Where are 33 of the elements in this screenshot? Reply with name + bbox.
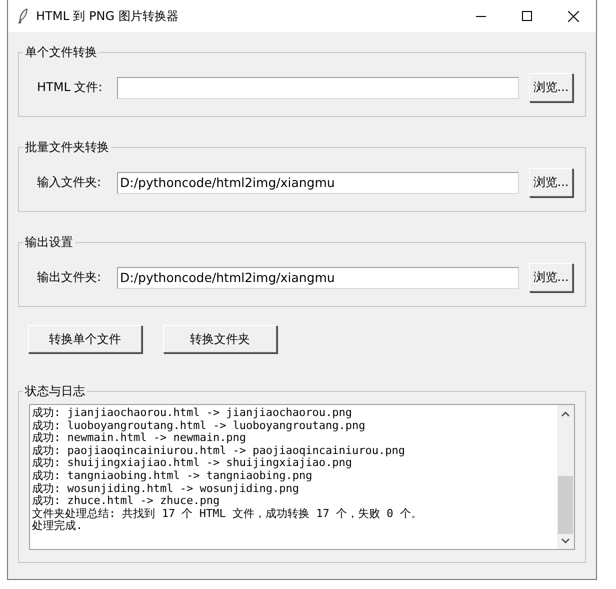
log-line: 成功: newmain.html -> newmain.png — [32, 432, 246, 445]
scroll-thumb[interactable] — [558, 476, 573, 534]
scroll-down-icon[interactable] — [561, 538, 570, 544]
scroll-up-icon[interactable] — [561, 411, 570, 417]
maximize-icon — [522, 11, 532, 21]
close-icon — [568, 10, 578, 22]
group-title: 单个文件转换 — [23, 44, 99, 61]
scrollbar[interactable] — [557, 405, 574, 549]
feather-icon — [18, 8, 28, 24]
field-label: 输出文件夹: — [37, 269, 102, 286]
group-title: 批量文件夹转换 — [23, 139, 111, 156]
log-line: 成功: luoboyangroutang.html -> luoboyangroutang.png — [32, 420, 366, 432]
browse-button[interactable]: 浏览... — [529, 263, 573, 292]
log-line: 成功: tangniaobing.html -> tangniaobing.png — [32, 470, 314, 483]
log-line: 成功: shuijingxiajiao.html -> shuijingxiajiao.png — [32, 457, 352, 470]
convert-button[interactable]: 转换单个文件 — [28, 325, 142, 353]
path-field[interactable]: D:/pythoncode/html2img/xiangmu — [117, 266, 519, 288]
log-line: 成功: jianjiaochaorou.html -> jianjiaochaorou.png — [32, 407, 354, 420]
log-line: 成功: paojiaoqincainiurou.html -> paojiaoqincainiurou.png — [32, 444, 406, 457]
path-field[interactable] — [117, 76, 519, 98]
field-label: 输入文件夹: — [37, 174, 102, 191]
log-line: 成功: zhuce.html -> zhuce.png — [32, 495, 220, 508]
browse-button[interactable]: 浏览... — [529, 168, 573, 197]
browse-button[interactable]: 浏览... — [529, 73, 573, 102]
path-field[interactable]: D:/pythoncode/html2img/xiangmu — [117, 172, 519, 194]
field-label: HTML 文件: — [37, 79, 104, 96]
window-title: HTML 到 PNG 图片转换器 — [36, 8, 180, 24]
convert-button[interactable]: 转换文件夹 — [163, 325, 277, 353]
group-title: 输出设置 — [23, 234, 75, 251]
log-line: 文件夹处理总结: 共找到 17 个 HTML 文件，成功转换 17 个，失败 0 个。 — [32, 508, 423, 520]
log-line: 处理完成. — [32, 520, 84, 533]
group-title: 状态与日志 — [23, 383, 87, 400]
log-line: 成功: wosunjiding.html -> wosunjiding.png — [32, 482, 300, 495]
